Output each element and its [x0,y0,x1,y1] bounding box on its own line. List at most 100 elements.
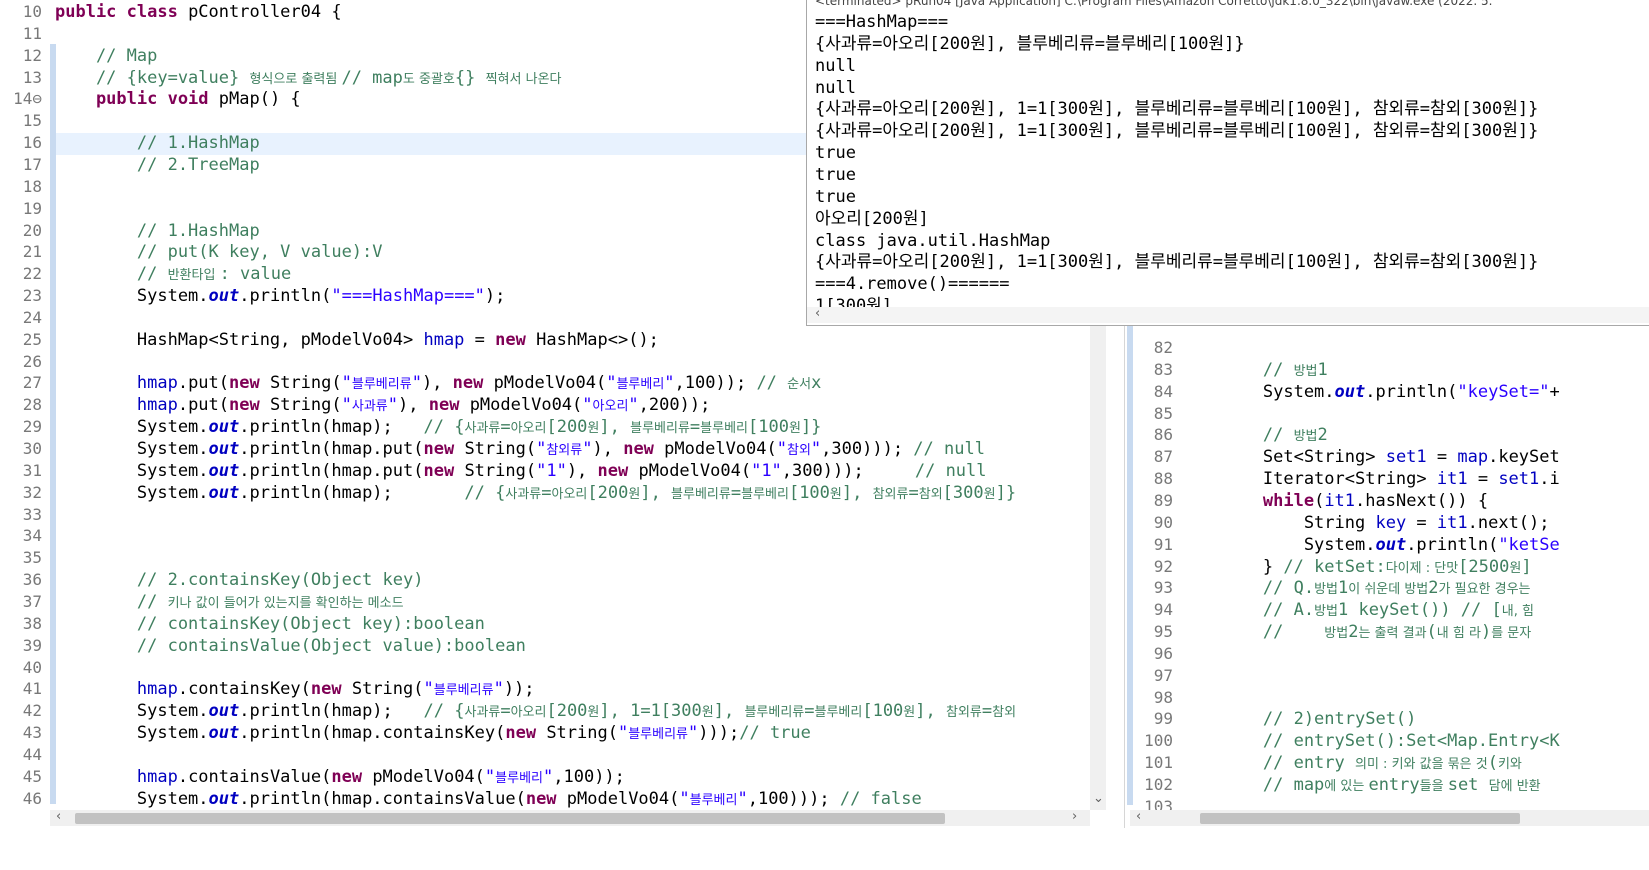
console-hscrollbar[interactable]: ‹ [807,306,1649,323]
code-line[interactable]: // 반환타입 : value [55,263,291,285]
code-line[interactable]: Set<String> set1 = map.keySet [1181,446,1560,468]
code-token: ,100)); [674,373,757,394]
line-number: 97 [1153,665,1173,685]
console-header: <terminated> pRun04 [Java Application] C… [815,0,1493,8]
code-token: = [1426,447,1458,468]
code-line[interactable]: HashMap<String, pModelVo04> hmap = new H… [55,329,659,351]
code-token: 아오리 [551,486,588,502]
code-line[interactable]: hmap.put(new String("블루베리류"), new pModel… [55,372,821,394]
code-token: 원 [903,705,916,721]
code-line[interactable]: hmap.containsKey(new String("블루베리류")); [55,678,535,700]
code-token: // null [913,439,985,459]
scroll-down-arrow-icon[interactable]: ⌄ [1093,791,1104,806]
code-line[interactable]: // 2.containsKey(Object key) [55,569,424,591]
code-line[interactable]: hmap.containsValue(new pModelVo04("블루베리"… [55,766,625,788]
code-token: " [411,373,422,394]
console-line: true [815,164,856,185]
code-line[interactable]: System.out.println("ketSe [1181,534,1560,556]
code-line[interactable]: // Map [55,45,157,67]
right-scrollbar-thumb[interactable] [1200,813,1520,824]
code-token: new [597,460,639,481]
code-line[interactable]: // A.방법1 keySet()) // [내, 힘 [1181,599,1534,621]
code-line[interactable]: // 1.HashMap [55,132,260,154]
code-line[interactable]: // entry 의미 : 키와 값을 묶은 것(키와 [1181,752,1522,774]
code-line[interactable]: hmap.put(new String("사과류"), new pModelVo… [55,394,710,416]
code-token: 사과류 [464,705,501,721]
code-token: // true [739,723,811,744]
code-token: 원 [829,486,842,502]
code-token: ,300))); [821,439,914,459]
code-token: pModelVo04( [469,395,583,416]
bottom-area [0,828,1649,870]
code-token: ) [1480,622,1492,643]
code-line[interactable]: System.out.println(hmap.containsValue(ne… [55,788,922,810]
code-line[interactable]: public void pMap() { [55,88,301,110]
code-token: " [493,679,504,700]
code-line[interactable]: // Q.방법1이 쉬운데 방법2가 필요한 경우는 [1181,577,1531,599]
code-line[interactable]: System.out.println(hmap); // {사과류=아오리[20… [55,416,822,438]
code-token: " [387,395,399,416]
code-line[interactable]: // 키나 값이 들어가 있는지를 확인하는 메소드 [55,591,404,613]
code-token: )); [503,679,535,700]
code-line[interactable]: // containsValue(Object value):boolean [55,635,526,657]
code-token: String( [464,439,537,459]
editor-right-hscrollbar[interactable]: ‹ [1130,809,1649,826]
code-line[interactable]: // containsKey(Object key):boolean [55,613,485,635]
code-line[interactable]: String key = it1.next(); [1181,512,1550,534]
scroll-right-arrow-icon[interactable]: › [1072,809,1077,824]
code-line[interactable]: // 2)entrySet() [1181,708,1417,730]
line-number: 92 [1153,556,1173,576]
vertical-scrollbar[interactable]: ⌄ [1090,325,1106,810]
code-token: = [730,482,742,503]
code-line[interactable]: System.out.println("===HashMap==="); [55,285,506,307]
console-scroll-left-icon[interactable]: ‹ [815,306,820,321]
code-token: .println( [239,286,332,307]
code-line[interactable]: System.out.println("keySet="+ [1181,381,1560,403]
code-token: pModelVo04( [493,373,607,394]
code-token: ), [398,395,429,416]
code-line[interactable]: System.out.println(hmap); // {사과류=아오리[20… [55,700,1016,722]
code-line[interactable]: // 방법2 [1181,424,1328,446]
code-line[interactable]: System.out.println(hmap.put(new String("… [55,460,987,482]
line-number: 16 [22,133,42,153]
code-token: System. [55,439,209,459]
code-token: // entrySet():Set<Map.Entry<K [1181,731,1560,752]
right-scroll-left-arrow-icon[interactable]: ‹ [1136,809,1141,824]
code-token: " [484,766,496,787]
code-token: [100 [862,701,904,722]
console-line: ===HashMap=== [815,12,949,32]
code-line[interactable]: // 2.TreeMap [55,154,260,176]
code-token: new [495,329,537,350]
line-number: 10 [22,2,42,21]
code-line[interactable]: } // ketSet:다이제 : 단맛[2500원] [1181,556,1532,578]
scrollbar-thumb[interactable] [75,813,945,824]
line-number: 30 [22,439,42,458]
code-line[interactable]: System.out.println(hmap.put(new String("… [55,438,985,460]
code-token: " [737,788,748,809]
code-line[interactable]: public class pController04 { [55,1,342,23]
line-number: 35 [22,548,42,568]
code-line[interactable]: // 1.HashMap [55,220,260,242]
code-line[interactable]: System.out.println(hmap.containsKey(new … [55,722,811,744]
code-line[interactable]: // {key=value} 형식으로 출력됨 // map도 중괄호{} 찍혀… [55,67,562,89]
code-line[interactable]: System.out.println(hmap); // {사과류=아오리[20… [55,482,1016,504]
code-line[interactable]: while(it1.hasNext()) { [1181,490,1488,512]
code-token: 1 keySet()) // [ [1337,600,1502,621]
code-line[interactable]: // 방법1 [1181,359,1328,381]
code-token: 방법 [1324,626,1349,642]
scroll-left-arrow-icon[interactable]: ‹ [56,809,61,824]
code-token: ] [1521,556,1532,577]
code-line[interactable]: // map에 있는 entry들을 set 담에 반환 [1181,774,1541,796]
code-token: 반환타입 [167,268,220,284]
code-editor-right[interactable]: 82 83 // 방법1 84 System.out.println("keySet… [1124,325,1649,828]
line-number: 43 [22,723,42,743]
code-line[interactable]: // 방법2는 출력 결과(내 힘 라)를 문자 [1181,621,1531,643]
console-view[interactable]: <terminated> pRun04 [Java Application] C… [806,0,1649,326]
editor-hscrollbar[interactable]: ‹ › [50,809,1090,826]
code-line[interactable]: Iterator<String> it1 = set1.i [1181,468,1560,490]
code-token: it1 [1436,512,1468,533]
code-line[interactable]: // put(K key, V value):V [55,241,383,263]
code-token: new [428,395,470,416]
code-line[interactable]: // entrySet():Set<Map.Entry<K [1181,730,1560,752]
code-token: pModelVo04( [372,766,485,787]
